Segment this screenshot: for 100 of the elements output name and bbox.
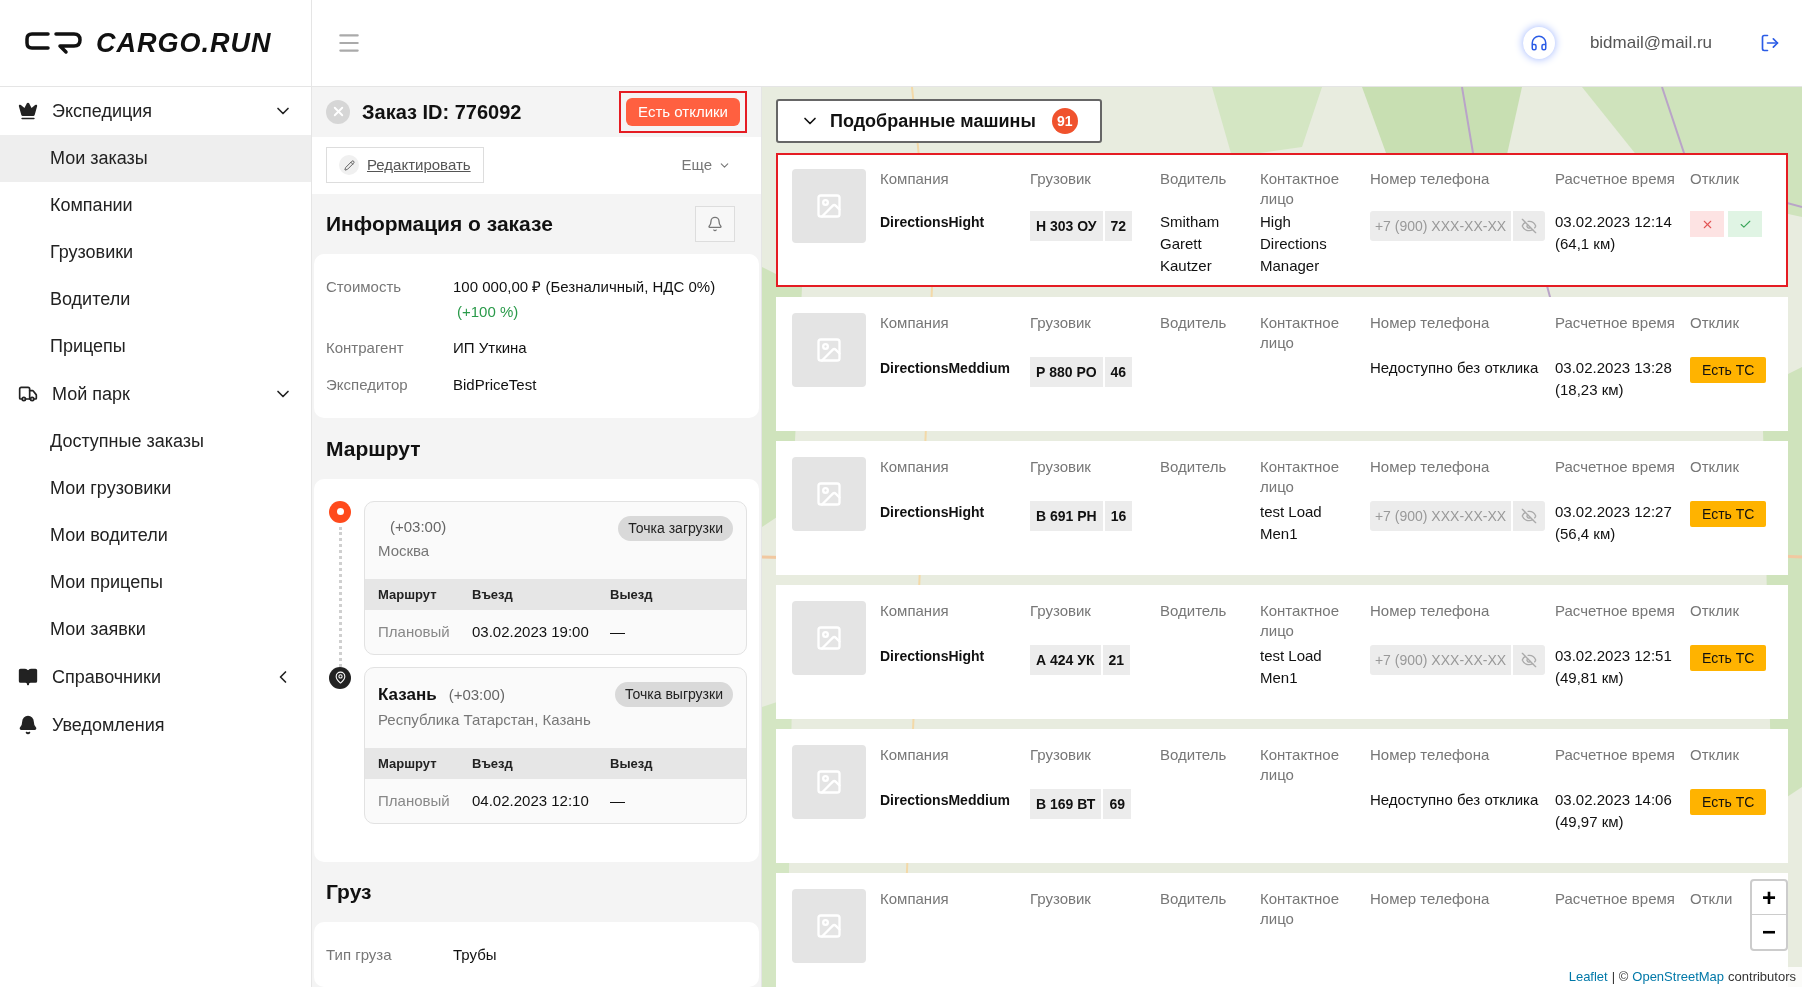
column-label: Расчетное время: [1555, 169, 1676, 189]
column-header: Въезд: [472, 754, 514, 773]
sidebar-item[interactable]: Грузовики: [0, 229, 311, 276]
pencil-icon: [339, 155, 359, 176]
plate-number: Н 303 ОУ: [1030, 211, 1103, 241]
sidebar-group[interactable]: Уведомления: [0, 701, 311, 749]
sidebar-item[interactable]: Водители: [0, 276, 311, 323]
price-change: (+100 %): [456, 301, 520, 322]
sidebar-item[interactable]: Мои заказы: [0, 135, 311, 182]
company-name: DirectionsHight: [880, 214, 985, 230]
sidebar-group[interactable]: Экспедиция: [0, 87, 311, 135]
section-title: Информация о заказе: [326, 211, 553, 238]
company-name: DirectionsMeddium: [880, 360, 1010, 376]
column-label: Контактное лицо: [1260, 457, 1340, 497]
plate-number: Р 880 РО: [1030, 357, 1103, 387]
edit-button[interactable]: Редактировать: [326, 147, 484, 184]
column-label: Водитель: [1160, 457, 1228, 477]
column-label: Номер телефона: [1370, 313, 1491, 333]
column-label: Расчетное время: [1555, 601, 1676, 621]
vehicle-card[interactable]: Компания Грузовик Водитель Контактное лицо Номер телефона Расчетное время Отклик DirectionsMeddium Р 880 РО 46 Недоступно без отклика 03.02.2023 13:28 (18,23 км) Есть ТС: [776, 297, 1788, 431]
column-label: Расчетное время: [1555, 745, 1676, 765]
plate-number: А 424 УК: [1030, 645, 1101, 675]
sidebar-group-label: Справочники: [52, 665, 163, 689]
pin-icon: [329, 666, 351, 689]
sidebar-item[interactable]: Прицепы: [0, 323, 311, 370]
column-label: Водитель: [1160, 601, 1228, 621]
column-label: Номер телефона: [1370, 457, 1491, 477]
table-cell-text: —: [610, 790, 625, 811]
truck-icon: [18, 384, 38, 404]
sidebar-item[interactable]: Мои заявки: [0, 606, 311, 653]
sidebar-group-label: Экспедиция: [52, 99, 154, 123]
column-label: Отклик: [1690, 457, 1740, 477]
column-label: Компания: [880, 313, 950, 333]
has-vehicle-button[interactable]: Есть ТС: [1690, 789, 1767, 815]
logout-icon[interactable]: [1760, 33, 1780, 53]
vehicle-card[interactable]: Компания Грузовик Водитель Контактное лицо Номер телефона Расчетное время Отклик DirectionsHight А 424 УК 21 test Load Men1 +7 (900) XXX-XX-XX 03.02.2023 12:51 (49,81 км) Есть ТС: [776, 585, 1788, 719]
estimated-time: 03.02.2023 12:14: [1555, 212, 1673, 232]
column-label: Грузовик: [1030, 313, 1092, 333]
company-name: DirectionsHight: [880, 648, 985, 664]
column-label: Номер телефона: [1370, 745, 1491, 765]
section-title: Маршрут: [326, 435, 421, 462]
estimated-time: 03.02.2023 14:06: [1555, 790, 1673, 810]
column-label: Водитель: [1160, 745, 1228, 765]
matches-toggle[interactable]: Подобранные машины 91: [776, 99, 1102, 143]
bell-icon: [18, 715, 38, 735]
info-value: BidPriceTest: [453, 374, 537, 395]
column-label: Компания: [880, 601, 950, 621]
company-name: DirectionsHight: [880, 504, 985, 520]
openstreetmap-link[interactable]: OpenStreetMap: [1632, 967, 1725, 987]
address: Республика Татарстан, Казань: [378, 710, 591, 731]
table-cell-text: 04.02.2023 12:10: [472, 790, 590, 811]
pin-icon: [329, 500, 351, 523]
attribution-text: | ©: [1611, 968, 1629, 987]
estimated-time: 03.02.2023 12:27: [1555, 502, 1673, 522]
has-vehicle-button[interactable]: Есть ТС: [1690, 501, 1767, 527]
sidebar-item[interactable]: Доступные заказы: [0, 418, 311, 465]
crown-icon: [18, 101, 38, 121]
sidebar-item[interactable]: Мои прицепы: [0, 559, 311, 606]
column-label: Грузовик: [1030, 601, 1092, 621]
driver-name: Smitham Garett Kautzer: [1160, 212, 1221, 276]
sidebar-group[interactable]: Справочники: [0, 653, 311, 701]
logo-icon: [24, 30, 84, 56]
plate-number: В 691 РН: [1030, 501, 1103, 531]
has-vehicle-button[interactable]: Есть ТС: [1690, 645, 1767, 671]
column-label: Контактное лицо: [1260, 169, 1340, 209]
sidebar-item[interactable]: Мои грузовики: [0, 465, 311, 512]
leaflet-link[interactable]: Leaflet: [1568, 967, 1608, 987]
plate-region: 69: [1103, 789, 1131, 819]
column-label: Компания: [880, 457, 950, 477]
info-label: Стоимость: [326, 277, 403, 298]
has-vehicle-button[interactable]: Есть ТС: [1690, 357, 1767, 383]
zoom-out-button[interactable]: −: [1752, 915, 1786, 949]
section-title: Груз: [326, 879, 372, 906]
column-label: Водитель: [1160, 889, 1228, 909]
sidebar-group-label: Уведомления: [52, 713, 166, 737]
column-label: Компания: [880, 745, 950, 765]
bell-button[interactable]: [695, 206, 735, 243]
distance: (18,23 км): [1555, 380, 1625, 400]
contact-person: test Load Men1: [1260, 646, 1323, 688]
user-email: bidmail@mail.ru: [1589, 32, 1712, 55]
vehicle-card[interactable]: Компания Грузовик Водитель Контактное лицо Номер телефона Расчетное время Отклик DirectionsMeddium В 169 ВТ 69 Недоступно без отклика 03.02.2023 14:06 (49,97 км) Есть ТС: [776, 729, 1788, 863]
vehicle-card[interactable]: Компания Грузовик Водитель Контактное лицо Номер телефона Расчетное время Отклик DirectionsHight В 691 РН 16 test Load Men1 +7 (900) XXX-XX-XX 03.02.2023 12:27 (56,4 км) Есть ТС: [776, 441, 1788, 575]
more-dropdown[interactable]: Еще: [681, 154, 747, 177]
sidebar-item[interactable]: Мои водители: [0, 512, 311, 559]
column-label: Контактное лицо: [1260, 745, 1340, 785]
sidebar-group[interactable]: Мой парк: [0, 370, 311, 418]
table-cell-text: Плановый: [378, 790, 451, 811]
distance: (49,97 км): [1555, 812, 1625, 832]
info-label: Экспедитор: [326, 374, 409, 395]
table-cell-text: —: [610, 621, 625, 642]
sidebar-item[interactable]: Компании: [0, 182, 311, 229]
column-header: Выезд: [610, 585, 653, 604]
zoom-in-button[interactable]: +: [1752, 881, 1786, 915]
column-label: Отклик: [1690, 745, 1740, 765]
column-label: Отклик: [1690, 169, 1740, 189]
column-label: Грузовик: [1030, 745, 1092, 765]
column-label: Грузовик: [1030, 457, 1092, 477]
logo-text: CARGO.RUN: [96, 26, 272, 60]
info-value: Трубы: [453, 945, 497, 966]
column-label: Расчетное время: [1555, 889, 1676, 909]
